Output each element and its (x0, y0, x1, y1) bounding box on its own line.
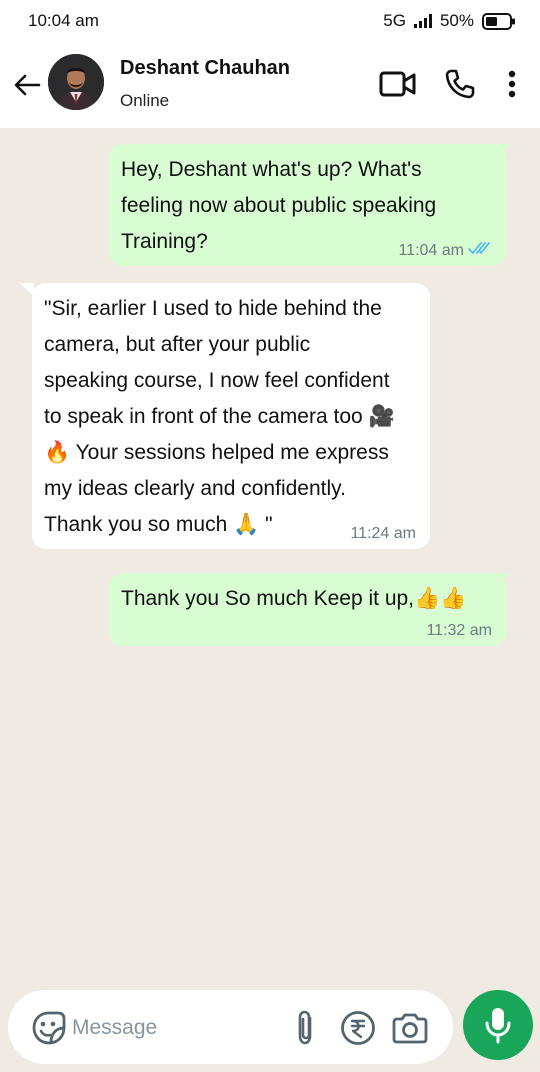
sticker-icon[interactable] (30, 1009, 68, 1047)
video-call-icon[interactable] (378, 64, 418, 104)
camera-icon[interactable] (390, 1010, 430, 1046)
message-meta: 11:04 am (398, 241, 492, 260)
chat-area[interactable]: Hey, Deshant what's up? What's feeling n… (0, 128, 540, 988)
message-text: "Sir, earlier I used to hide behind the … (44, 297, 395, 536)
message-text: Thank you So much Keep it up,👍👍 (121, 587, 467, 610)
message-time: 11:04 am (398, 241, 464, 259)
signal-icon (413, 14, 432, 28)
paperclip-icon[interactable] (290, 1008, 322, 1048)
battery-icon (482, 12, 516, 30)
double-check-read-icon (468, 241, 492, 260)
status-time: 10:04 am (28, 11, 99, 30)
message-input[interactable] (72, 1012, 272, 1044)
message-bubble-incoming[interactable]: "Sir, earlier I used to hide behind the … (32, 283, 430, 549)
phone-call-icon[interactable] (440, 64, 480, 104)
message-time: 11:32 am (426, 622, 492, 639)
chat-header: Deshant Chauhan Online (0, 42, 540, 128)
message-bubble-outgoing[interactable]: Hey, Deshant what's up? What's feeling n… (109, 144, 506, 266)
message-meta: 11:24 am (350, 525, 416, 543)
microphone-icon[interactable] (463, 990, 533, 1060)
message-meta: 11:32 am (426, 622, 492, 640)
battery-percent: 50% (439, 11, 474, 30)
message-time: 11:24 am (350, 525, 416, 542)
contact-status: Online (120, 91, 170, 110)
rupee-payment-icon[interactable] (340, 1010, 376, 1046)
avatar[interactable] (48, 54, 104, 110)
status-indicators: 5G 50% (383, 11, 516, 31)
message-composer (8, 990, 453, 1064)
back-arrow-icon[interactable] (10, 68, 44, 102)
message-bubble-outgoing[interactable]: Thank you So much Keep it up,👍👍 11:32 am (109, 573, 506, 646)
more-options-icon[interactable] (496, 64, 528, 104)
network-type: 5G (383, 11, 406, 30)
contact-name[interactable]: Deshant Chauhan (120, 57, 290, 80)
status-bar: 10:04 am 5G 50% (0, 0, 540, 42)
